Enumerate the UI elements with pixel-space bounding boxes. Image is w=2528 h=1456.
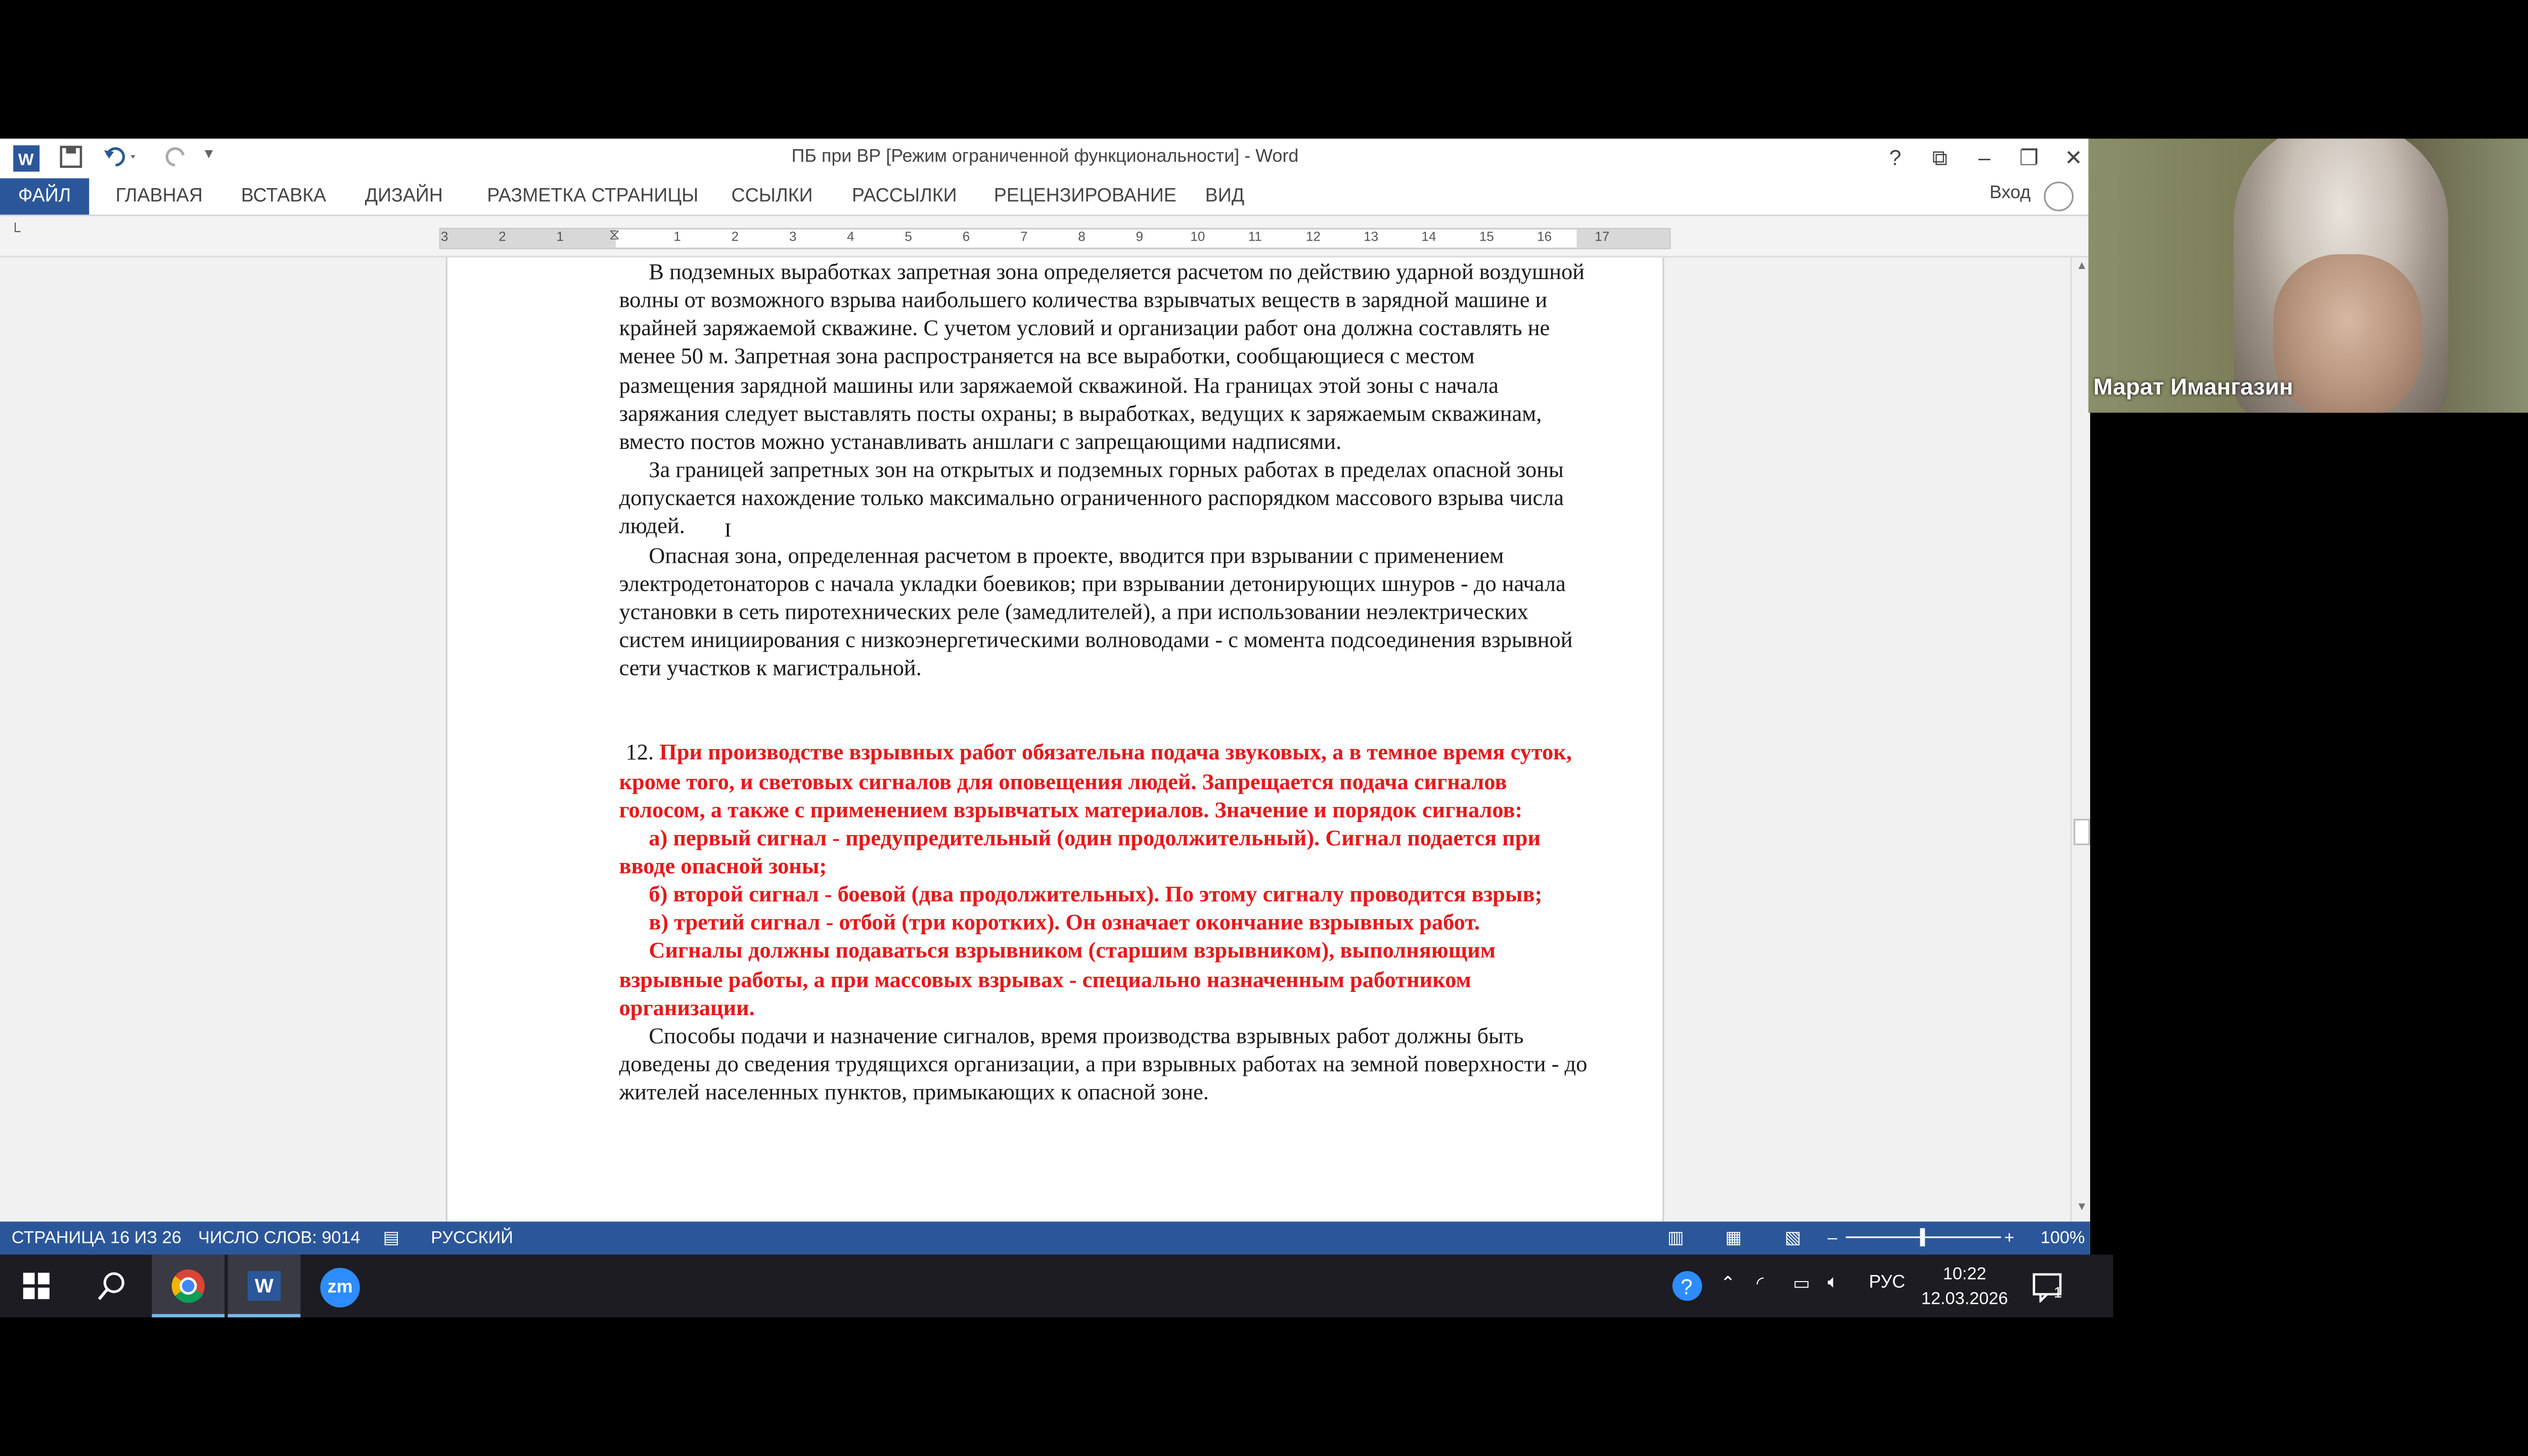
sign-in-link[interactable]: Вход bbox=[1990, 183, 2030, 203]
ruler-number: 11 bbox=[1248, 229, 1262, 245]
tab-review[interactable]: РЕЦЕНЗИРОВАНИЕ bbox=[994, 178, 1177, 215]
ribbon-tabs: ФАЙЛ ГЛАВНАЯ ВСТАВКА ДИЗАЙН РАЗМЕТКА СТР… bbox=[0, 178, 2090, 216]
ruler-number: 5 bbox=[905, 229, 912, 245]
tab-design[interactable]: ДИЗАЙН bbox=[365, 178, 443, 215]
start-icon[interactable] bbox=[0, 1255, 73, 1317]
chrome-icon[interactable] bbox=[152, 1254, 225, 1317]
ruler-number: 3 bbox=[789, 229, 797, 245]
chevron-up-icon[interactable]: ⌃ bbox=[1720, 1273, 1735, 1294]
paragraph[interactable]: В подземных выработках запретная зона оп… bbox=[619, 257, 1590, 456]
ruler-number: 16 bbox=[1537, 229, 1552, 245]
screen: W ▾ ПБ при ВР [Режим ограниченной функци… bbox=[0, 0, 2528, 1456]
help-button[interactable]: ? bbox=[1877, 142, 1914, 175]
tab-mailings[interactable]: РАССЫЛКИ bbox=[852, 178, 957, 215]
item-number: 12. bbox=[625, 740, 654, 765]
participant-name: Марат Имангазин bbox=[2093, 373, 2293, 400]
ruler-number: 14 bbox=[1421, 229, 1436, 245]
volume-icon[interactable]: 🔈︎ bbox=[1828, 1273, 1839, 1294]
word-count[interactable]: ЧИСЛО СЛОВ: 9014 bbox=[198, 1228, 360, 1248]
tab-home[interactable]: ГЛАВНАЯ bbox=[116, 178, 203, 215]
zoom-in-icon[interactable]: + bbox=[2004, 1228, 2014, 1248]
svg-text:?: ? bbox=[1681, 1275, 1693, 1299]
status-bar: СТРАНИЦА 16 ИЗ 26 ЧИСЛО СЛОВ: 9014 ▤ РУС… bbox=[0, 1221, 2090, 1255]
paragraph-numbered[interactable]: 12. При производстве взрывных работ обяз… bbox=[619, 739, 1590, 824]
title-bar: W ▾ ПБ при ВР [Режим ограниченной функци… bbox=[0, 139, 2090, 178]
zoom-out-icon[interactable]: – bbox=[1828, 1228, 1837, 1248]
ruler-number: 9 bbox=[1136, 229, 1144, 245]
tab-references[interactable]: ССЫЛКИ bbox=[732, 178, 813, 215]
minimize-button[interactable]: – bbox=[1966, 142, 2003, 175]
search-icon[interactable] bbox=[76, 1255, 149, 1317]
ruler-number: 12 bbox=[1305, 229, 1321, 245]
tab-page-layout[interactable]: РАЗМЕТКА СТРАНИЦЫ bbox=[487, 178, 698, 215]
document-body[interactable]: В подземных выработках запретная зона оп… bbox=[619, 257, 1590, 1107]
system-clock[interactable]: 10:22 12.03.2026 bbox=[1915, 1263, 2014, 1312]
windows-taskbar: W zm ? ⌃ ◜ ▭ 🔈︎ РУС 10:22 12.03.2026 1 bbox=[0, 1254, 2113, 1317]
word-window: W ▾ ПБ при ВР [Режим ограниченной функци… bbox=[0, 139, 2090, 1255]
word-icon[interactable]: W bbox=[228, 1254, 301, 1317]
page-count[interactable]: СТРАНИЦА 16 ИЗ 26 bbox=[12, 1228, 182, 1248]
paragraph[interactable]: в) третий сигнал - отбой (три коротких).… bbox=[619, 908, 1590, 937]
participant-face bbox=[2273, 254, 2422, 413]
input-language[interactable]: РУС bbox=[1869, 1273, 1905, 1293]
ruler-number: 6 bbox=[962, 229, 970, 245]
user-icon[interactable] bbox=[2044, 181, 2074, 211]
zoom-icon[interactable]: zm bbox=[304, 1255, 377, 1317]
scroll-down-icon[interactable]: ▼ bbox=[2072, 1202, 2090, 1213]
ruler-number: 4 bbox=[847, 229, 854, 245]
ruler-number: 13 bbox=[1364, 229, 1379, 245]
ruler-number: 10 bbox=[1190, 229, 1205, 245]
close-button[interactable]: ✕ bbox=[2055, 142, 2090, 175]
paragraph-text: За границей запретных зон на открытых и … bbox=[619, 457, 1564, 539]
vertical-scrollbar[interactable]: ▲ ▼ bbox=[2070, 257, 2090, 1222]
ruler-number: 17 bbox=[1595, 229, 1610, 245]
participant-video[interactable]: Марат Имангазин bbox=[2088, 139, 2528, 413]
ruler-bar: └ 3 2 1 ⧖ 1 2 3 4 5 6 7 8 9 10 11 12 13 bbox=[0, 216, 2090, 258]
ribbon-display-button[interactable]: ⧉ bbox=[1922, 142, 1958, 175]
paragraph[interactable]: Сигналы должны подаваться взрывником (ст… bbox=[619, 937, 1590, 1022]
restore-button[interactable]: ❐ bbox=[2011, 142, 2047, 175]
ruler-number: 2 bbox=[731, 229, 739, 245]
help-tray-icon[interactable]: ? bbox=[1671, 1269, 1703, 1307]
ruler-number: 3 bbox=[440, 229, 448, 245]
print-layout-icon[interactable]: ▦ bbox=[1725, 1228, 1741, 1248]
ruler-number: 7 bbox=[1020, 229, 1028, 245]
paragraph[interactable]: а) первый сигнал - предупредительный (од… bbox=[619, 824, 1590, 880]
proofing-icon[interactable]: ▤ bbox=[383, 1228, 399, 1248]
clock-date: 12.03.2026 bbox=[1921, 1289, 2008, 1309]
language-indicator[interactable]: РУССКИЙ bbox=[431, 1228, 513, 1248]
notifications-count: 1 bbox=[2054, 1284, 2062, 1301]
indent-marker-icon[interactable]: ⧖ bbox=[609, 226, 620, 244]
zoom-slider-handle[interactable] bbox=[1920, 1228, 1925, 1247]
ruler-number: 8 bbox=[1078, 229, 1086, 245]
paragraph[interactable]: Опасная зона, определенная расчетом в пр… bbox=[619, 541, 1590, 682]
clock-time: 10:22 bbox=[1943, 1264, 1987, 1285]
read-mode-icon[interactable]: ▥ bbox=[1667, 1228, 1684, 1248]
text-cursor-icon: I bbox=[725, 519, 732, 542]
ruler-number: 2 bbox=[499, 229, 506, 245]
document-canvas: В подземных выработках запретная зона оп… bbox=[0, 257, 2070, 1222]
paragraph[interactable]: Способы подачи и назначение сигналов, вр… bbox=[619, 1022, 1590, 1107]
ruler-number: 15 bbox=[1479, 229, 1494, 245]
scroll-thumb[interactable] bbox=[2073, 818, 2090, 845]
paragraph[interactable]: За границей запретных зон на открытых и … bbox=[619, 456, 1590, 542]
notifications-icon[interactable]: 1 bbox=[2030, 1269, 2063, 1307]
tab-view[interactable]: ВИД bbox=[1205, 178, 1245, 215]
zoom-level[interactable]: 100% bbox=[2041, 1228, 2085, 1248]
tab-insert[interactable]: ВСТАВКА bbox=[241, 178, 326, 215]
window-title: ПБ при ВР [Режим ограниченной функционал… bbox=[791, 147, 1299, 167]
ruler-number: 1 bbox=[673, 229, 681, 245]
battery-icon[interactable]: ▭ bbox=[1793, 1273, 1810, 1294]
paragraph-text: При производстве взрывных работ обязател… bbox=[619, 740, 1572, 822]
horizontal-ruler[interactable]: 3 2 1 ⧖ 1 2 3 4 5 6 7 8 9 10 11 12 13 14… bbox=[439, 226, 1671, 250]
ruler-number: 1 bbox=[556, 229, 564, 245]
paragraph[interactable]: б) второй сигнал - боевой (два продолжит… bbox=[619, 880, 1590, 908]
web-layout-icon[interactable]: ▧ bbox=[1785, 1228, 1801, 1248]
network-icon[interactable]: ◜ bbox=[1756, 1273, 1764, 1294]
document-page[interactable]: В подземных выработках запретная зона оп… bbox=[445, 257, 1664, 1222]
tab-selector-icon[interactable]: └ bbox=[10, 223, 30, 243]
scroll-up-icon[interactable]: ▲ bbox=[2072, 261, 2090, 272]
tab-file[interactable]: ФАЙЛ bbox=[0, 178, 89, 215]
